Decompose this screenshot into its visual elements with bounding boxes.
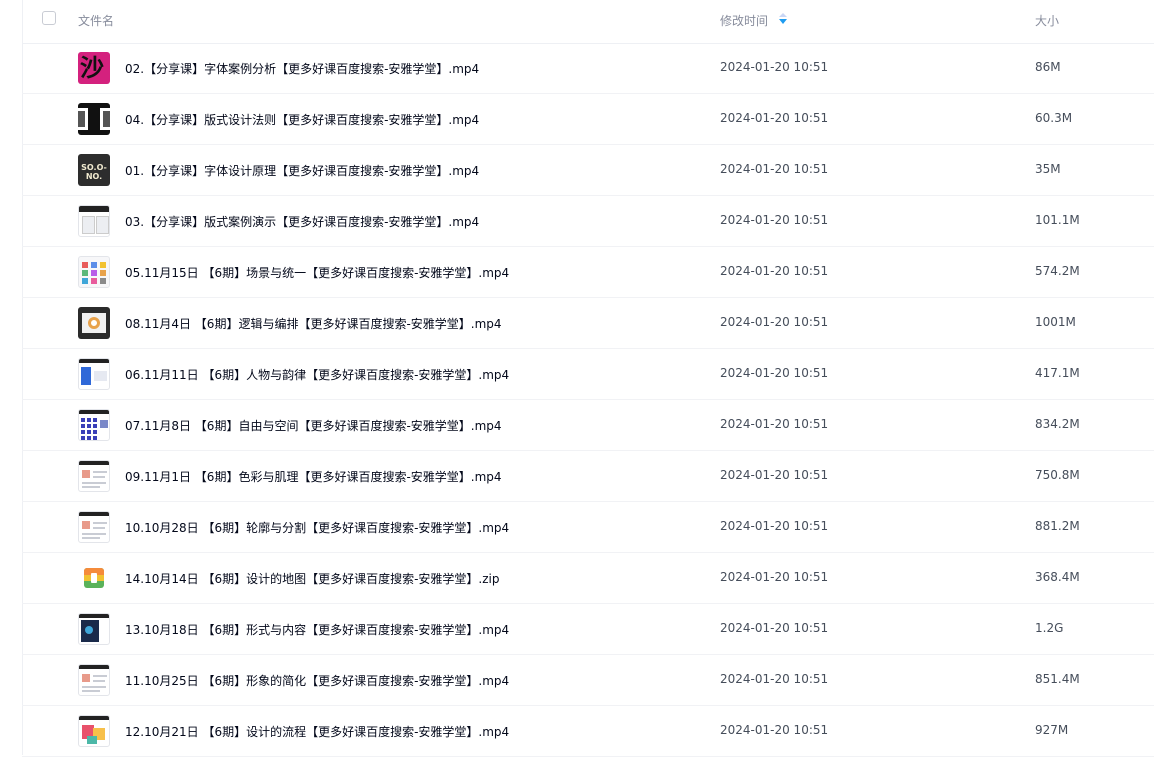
- file-size: 35M: [1035, 162, 1061, 176]
- video-thumbnail: SO.O-NO.: [78, 154, 110, 186]
- file-modified-time: 2024-01-20 10:51: [720, 60, 829, 74]
- video-thumbnail: [78, 307, 110, 339]
- file-size: 86M: [1035, 60, 1061, 74]
- file-name[interactable]: 10.10月28日 【6期】轮廓与分割【更多好课百度搜索-安雅学堂】.mp4: [125, 519, 509, 536]
- file-size: 1.2G: [1035, 621, 1064, 635]
- file-name[interactable]: 06.11月11日 【6期】人物与韵律【更多好课百度搜索-安雅学堂】.mp4: [125, 366, 509, 383]
- video-thumbnail: [78, 358, 110, 390]
- thumbnail-glyph: SO.O-NO.: [81, 163, 107, 181]
- file-row[interactable]: 06.11月11日 【6期】人物与韵律【更多好课百度搜索-安雅学堂】.mp4 20…: [22, 349, 1154, 400]
- file-name[interactable]: 14.10月14日 【6期】设计的地图【更多好课百度搜索-安雅学堂】.zip: [125, 570, 499, 587]
- file-name[interactable]: 07.11月8日 【6期】自由与空间【更多好课百度搜索-安雅学堂】.mp4: [125, 417, 502, 434]
- file-row[interactable]: 08.11月4日 【6期】逻辑与编排【更多好课百度搜索-安雅学堂】.mp4 202…: [22, 298, 1154, 349]
- file-name[interactable]: 11.10月25日 【6期】形象的简化【更多好课百度搜索-安雅学堂】.mp4: [125, 672, 509, 689]
- file-modified-time: 2024-01-20 10:51: [720, 213, 829, 227]
- video-thumbnail: 沙: [78, 52, 110, 84]
- select-all-checkbox[interactable]: [42, 11, 56, 25]
- file-row[interactable]: 04.【分享课】版式设计法则【更多好课百度搜索-安雅学堂】.mp4 2024-01…: [22, 94, 1154, 145]
- file-row[interactable]: 11.10月25日 【6期】形象的简化【更多好课百度搜索-安雅学堂】.mp4 20…: [22, 655, 1154, 706]
- file-modified-time: 2024-01-20 10:51: [720, 417, 829, 431]
- file-modified-time: 2024-01-20 10:51: [720, 162, 829, 176]
- file-modified-time: 2024-01-20 10:51: [720, 723, 829, 737]
- file-size: 417.1M: [1035, 366, 1080, 380]
- file-modified-time: 2024-01-20 10:51: [720, 519, 829, 533]
- sort-icon[interactable]: [778, 13, 788, 24]
- file-modified-time: 2024-01-20 10:51: [720, 570, 829, 584]
- thumbnail-glyph: 沙: [80, 54, 104, 82]
- file-size: 368.4M: [1035, 570, 1080, 584]
- video-thumbnail: [78, 256, 110, 288]
- file-name[interactable]: 13.10月18日 【6期】形式与内容【更多好课百度搜索-安雅学堂】.mp4: [125, 621, 509, 638]
- file-list: 沙 02.【分享课】字体案例分析【更多好课百度搜索-安雅学堂】.mp4 2024-0…: [22, 43, 1154, 757]
- file-size: 101.1M: [1035, 213, 1080, 227]
- column-header-size[interactable]: 大小: [1035, 12, 1059, 29]
- file-list-header: 文件名 修改时间 大小: [22, 0, 1154, 44]
- video-thumbnail: [78, 205, 110, 237]
- file-size: 881.2M: [1035, 519, 1080, 533]
- file-modified-time: 2024-01-20 10:51: [720, 621, 829, 635]
- file-row[interactable]: 07.11月8日 【6期】自由与空间【更多好课百度搜索-安雅学堂】.mp4 202…: [22, 400, 1154, 451]
- zip-file-icon: [78, 562, 110, 594]
- file-row[interactable]: 09.11月1日 【6期】色彩与肌理【更多好课百度搜索-安雅学堂】.mp4 202…: [22, 451, 1154, 502]
- file-name[interactable]: 02.【分享课】字体案例分析【更多好课百度搜索-安雅学堂】.mp4: [125, 60, 479, 77]
- video-thumbnail: [78, 613, 110, 645]
- file-row[interactable]: 13.10月18日 【6期】形式与内容【更多好课百度搜索-安雅学堂】.mp4 20…: [22, 604, 1154, 655]
- file-name[interactable]: 09.11月1日 【6期】色彩与肌理【更多好课百度搜索-安雅学堂】.mp4: [125, 468, 502, 485]
- file-modified-time: 2024-01-20 10:51: [720, 264, 829, 278]
- file-row[interactable]: 05.11月15日 【6期】场景与统一【更多好课百度搜索-安雅学堂】.mp4 20…: [22, 247, 1154, 298]
- file-row[interactable]: 10.10月28日 【6期】轮廓与分割【更多好课百度搜索-安雅学堂】.mp4 20…: [22, 502, 1154, 553]
- file-size: 750.8M: [1035, 468, 1080, 482]
- video-thumbnail: [78, 460, 110, 492]
- video-thumbnail: [78, 511, 110, 543]
- file-size: 851.4M: [1035, 672, 1080, 686]
- file-size: 1001M: [1035, 315, 1076, 329]
- column-header-modified-time[interactable]: 修改时间: [720, 12, 768, 29]
- video-thumbnail: [78, 664, 110, 696]
- file-modified-time: 2024-01-20 10:51: [720, 468, 829, 482]
- file-modified-time: 2024-01-20 10:51: [720, 366, 829, 380]
- video-thumbnail: [78, 409, 110, 441]
- file-modified-time: 2024-01-20 10:51: [720, 111, 829, 125]
- file-size: 574.2M: [1035, 264, 1080, 278]
- column-header-name[interactable]: 文件名: [78, 12, 114, 29]
- file-modified-time: 2024-01-20 10:51: [720, 672, 829, 686]
- file-modified-time: 2024-01-20 10:51: [720, 315, 829, 329]
- file-row[interactable]: 14.10月14日 【6期】设计的地图【更多好课百度搜索-安雅学堂】.zip 20…: [22, 553, 1154, 604]
- video-thumbnail: [78, 715, 110, 747]
- file-row[interactable]: 03.【分享课】版式案例演示【更多好课百度搜索-安雅学堂】.mp4 2024-01…: [22, 196, 1154, 247]
- file-size: 927M: [1035, 723, 1069, 737]
- file-size: 60.3M: [1035, 111, 1073, 125]
- file-name[interactable]: 03.【分享课】版式案例演示【更多好课百度搜索-安雅学堂】.mp4: [125, 213, 479, 230]
- file-name[interactable]: 12.10月21日 【6期】设计的流程【更多好课百度搜索-安雅学堂】.mp4: [125, 723, 509, 740]
- file-name[interactable]: 04.【分享课】版式设计法则【更多好课百度搜索-安雅学堂】.mp4: [125, 111, 479, 128]
- video-thumbnail: [78, 103, 110, 135]
- file-name[interactable]: 05.11月15日 【6期】场景与统一【更多好课百度搜索-安雅学堂】.mp4: [125, 264, 509, 281]
- file-size: 834.2M: [1035, 417, 1080, 431]
- file-name[interactable]: 08.11月4日 【6期】逻辑与编排【更多好课百度搜索-安雅学堂】.mp4: [125, 315, 502, 332]
- file-row[interactable]: SO.O-NO. 01.【分享课】字体设计原理【更多好课百度搜索-安雅学堂】.mp…: [22, 145, 1154, 196]
- file-row[interactable]: 12.10月21日 【6期】设计的流程【更多好课百度搜索-安雅学堂】.mp4 20…: [22, 706, 1154, 757]
- file-row[interactable]: 沙 02.【分享课】字体案例分析【更多好课百度搜索-安雅学堂】.mp4 2024-0…: [22, 43, 1154, 94]
- file-name[interactable]: 01.【分享课】字体设计原理【更多好课百度搜索-安雅学堂】.mp4: [125, 162, 479, 179]
